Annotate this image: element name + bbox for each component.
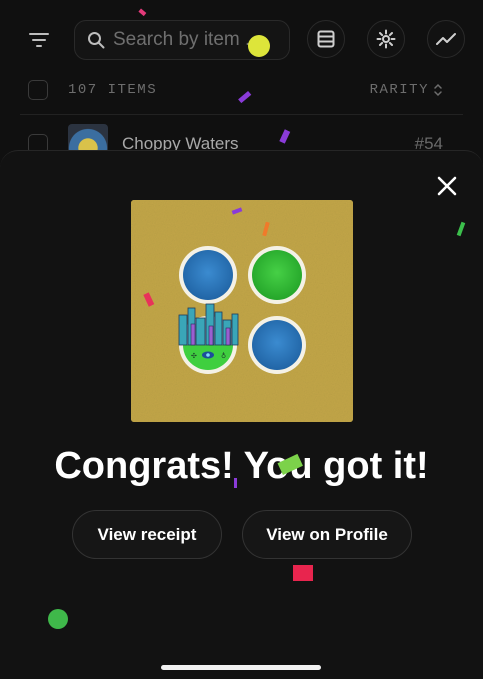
gear-icon [376, 29, 396, 49]
search-input[interactable]: Search by item ... [74, 20, 290, 60]
filter-button[interactable] [20, 21, 58, 59]
sort-chevrons-icon [434, 83, 442, 97]
list-view-button[interactable] [307, 20, 345, 58]
search-icon [88, 32, 105, 49]
view-on-profile-button[interactable]: View on Profile [242, 510, 412, 559]
sort-rarity[interactable]: RARITY [370, 82, 443, 98]
view-receipt-button[interactable]: View receipt [72, 510, 222, 559]
nft-artwork: ✣ ♁ [131, 200, 353, 422]
toolbar-actions [307, 20, 465, 58]
settings-button[interactable] [367, 20, 405, 58]
list-divider [20, 114, 463, 115]
sort-rarity-label: RARITY [369, 82, 429, 98]
filter-icon [29, 33, 49, 47]
congrats-heading: Congrats! You got it! [54, 445, 429, 487]
list-header: 107 ITEMS RARITY [28, 79, 443, 101]
home-indicator [161, 665, 321, 670]
items-count: 107 ITEMS [68, 82, 158, 98]
activity-button[interactable] [427, 20, 465, 58]
close-icon [437, 176, 457, 196]
trend-line-icon [436, 33, 456, 45]
svg-text:♁: ♁ [221, 352, 226, 360]
close-button[interactable] [433, 172, 461, 200]
search-placeholder: Search by item ... [113, 29, 261, 50]
select-all-checkbox[interactable] [28, 80, 48, 100]
list-view-icon [317, 30, 335, 48]
svg-text:✣: ✣ [191, 352, 197, 360]
toolbar: Search by item ... [20, 20, 465, 60]
